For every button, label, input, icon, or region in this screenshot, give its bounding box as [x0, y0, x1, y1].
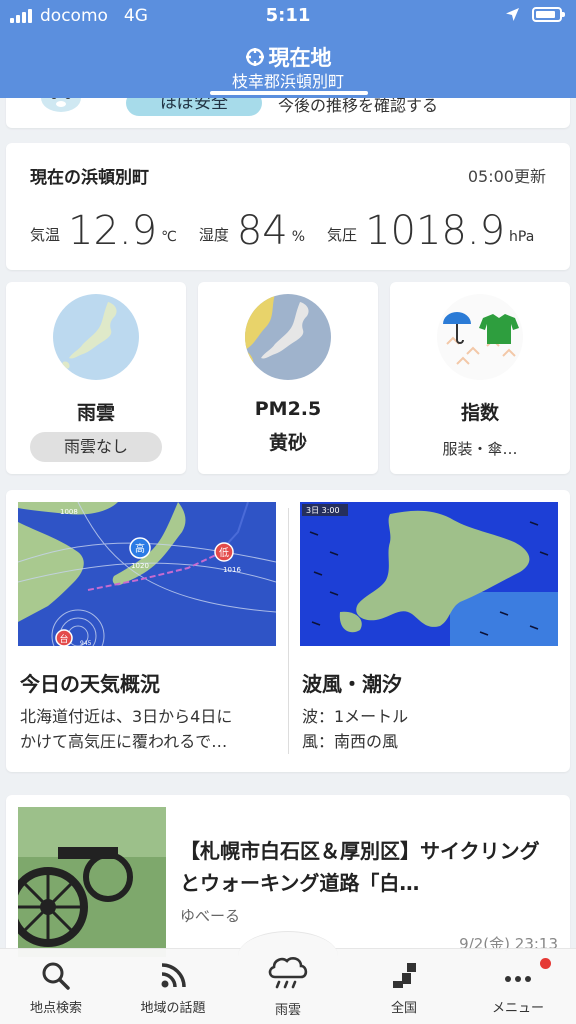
feed-icon — [161, 963, 186, 988]
bottom-tab-bar: 地点検索 地域の話題 雨雲 全国 メニュー — [0, 931, 576, 1024]
tab-rain-cloud-label: 雨雲 — [274, 1003, 301, 1018]
index-tile[interactable]: 指数 服装・傘… — [390, 282, 570, 474]
weather-overview-title: 今日の天気概況 — [20, 672, 160, 696]
yellow-sand-title: 黄砂 — [268, 432, 307, 454]
japan-icon — [393, 963, 416, 988]
section-divider — [288, 508, 289, 754]
high-pressure-label: 高 — [135, 542, 145, 555]
index-desc: 服装・傘… — [442, 440, 518, 458]
weather-overview-line2: かけて高気圧に覆われるで… — [20, 732, 228, 751]
low-pressure-label: 低 — [219, 546, 229, 559]
pressure-unit: hPa — [509, 229, 535, 245]
wave-map-time: 3日 3:00 — [306, 506, 340, 515]
high-pressure-value: 1020 — [131, 562, 149, 570]
weather-overview-text: 北海道付近は、3日から4日に かけて高気圧に覆われるで… — [20, 704, 232, 754]
typhoon-value: 945 — [80, 640, 92, 646]
rain-cloud-tile[interactable]: 雨雲 雨雲なし — [6, 282, 186, 474]
more-icon — [505, 976, 531, 982]
low-pressure-value: 1016 — [223, 566, 241, 574]
location-underline — [210, 91, 368, 95]
wave-line1: 波：1メートル — [302, 707, 409, 726]
wave-map: 3日 3:00 — [300, 502, 558, 646]
rain-cloud-status: 雨雲なし — [30, 432, 162, 462]
tab-location-search-label: 地点検索 — [29, 1001, 82, 1016]
rain-cloud-icon — [268, 956, 308, 989]
wave-text: 波：1メートル 風：南西の風 — [302, 704, 408, 754]
index-icon — [437, 294, 523, 380]
wave-title: 波風・潮汐 — [302, 672, 402, 696]
weather-overview-line1: 北海道付近は、3日から4日に — [20, 707, 233, 726]
pressure-value: 1018.9 — [365, 208, 506, 254]
news-headline: 【札幌市白石区＆厚別区】サイクリングとウォーキング道路「白… — [180, 839, 540, 895]
news-source: ゆべーる — [180, 907, 241, 925]
tab-local-topics-label: 地域の話題 — [140, 1001, 206, 1016]
tab-rain-cloud[interactable]: 雨雲 — [240, 953, 336, 1018]
current-title: 現在の浜頓別町 — [30, 168, 149, 188]
pressure-label: 気圧 — [327, 226, 358, 244]
location-subtitle[interactable]: 枝幸郡浜頓別町 — [0, 68, 576, 92]
rain-cloud-title: 雨雲 — [76, 402, 115, 424]
maps-card: 高 1020 低 1016 台 945 1008 今日の天気概況 北海道付近は、… — [6, 490, 570, 772]
tab-national[interactable]: 全国 — [356, 961, 452, 1016]
news-thumbnail — [18, 807, 166, 957]
search-icon — [42, 962, 70, 990]
japan-map-icon — [53, 294, 139, 380]
isobar-value: 1008 — [60, 508, 78, 516]
weather-chart-map: 高 1020 低 1016 台 945 1008 — [18, 502, 276, 646]
humidity-label: 湿度 — [198, 226, 229, 244]
clock: 5:11 — [265, 5, 311, 26]
update-time: 05:00更新 — [467, 167, 546, 186]
notification-dot — [540, 958, 551, 969]
status-bar: docomo 4G 5:11 — [0, 0, 576, 34]
tab-local-topics[interactable]: 地域の話題 — [125, 961, 221, 1016]
humidity-value: 84 — [236, 208, 288, 254]
index-title: 指数 — [460, 402, 499, 424]
typhoon-label: 台 — [59, 633, 68, 645]
temperature-label: 気温 — [30, 226, 61, 244]
current-location-icon — [245, 48, 264, 66]
tab-menu[interactable]: メニュー — [470, 961, 566, 1016]
battery-icon — [532, 7, 565, 22]
tab-national-label: 全国 — [390, 1001, 417, 1016]
pm25-tile[interactable]: PM2.5 黄砂 — [198, 282, 378, 474]
location-arrow-icon — [506, 8, 519, 21]
header-bar: docomo 4G 5:11 現在地 枝幸郡浜頓別町 — [0, 0, 576, 98]
humidity-unit: % — [291, 229, 306, 245]
wave-line2: 風：南西の風 — [302, 732, 399, 751]
pm25-title: PM2.5 — [254, 398, 322, 420]
temperature-value: 12.9 — [68, 208, 158, 254]
tab-location-search[interactable]: 地点検索 — [8, 961, 104, 1016]
temperature-unit: ℃ — [161, 229, 177, 245]
tab-menu-label: メニュー — [491, 1001, 544, 1016]
pm25-map-icon — [245, 294, 331, 380]
current-conditions-card[interactable]: 現在の浜頓別町 05:00更新 気温 12.9 ℃ 湿度 84 % 気圧 101… — [6, 143, 570, 270]
readings-row: 気温 12.9 ℃ 湿度 84 % 気圧 1018.9 hPa — [30, 211, 556, 251]
